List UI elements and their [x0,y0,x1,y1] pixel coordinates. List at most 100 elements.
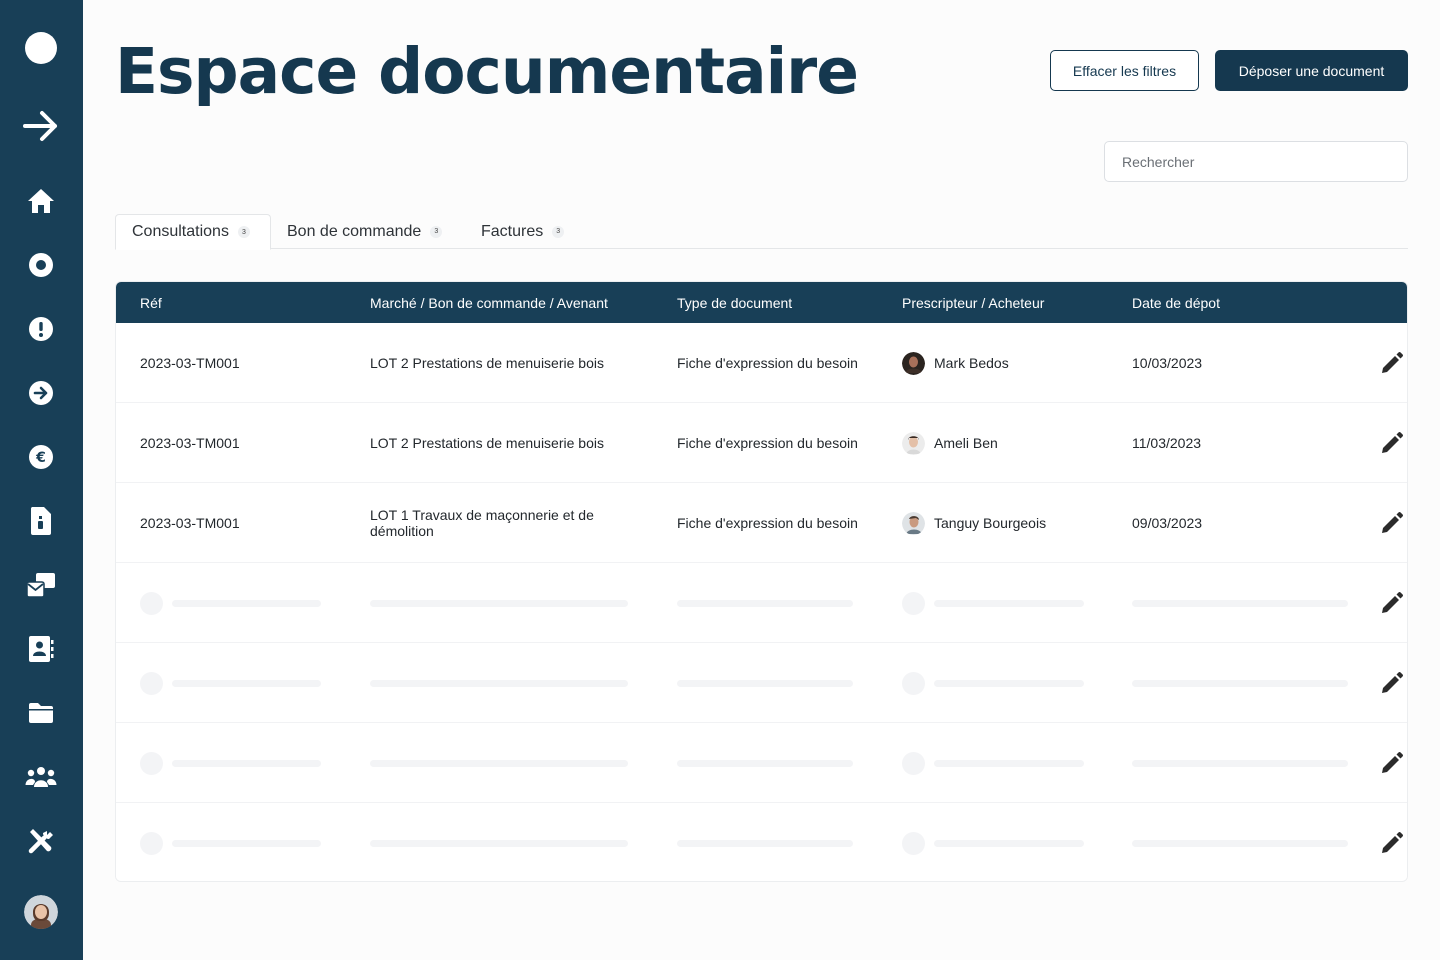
pencil-icon[interactable] [1379,350,1405,376]
tab-label: Bon de commande [287,222,422,240]
tab-count-badge: 3 [237,226,250,238]
table-header: Réf Marché / Bon de commande / Avenant T… [116,282,1407,323]
skeleton-placeholder [902,752,925,775]
person-name: Tanguy Bourgeois [934,515,1047,531]
cell-type: Fiche d'expression du besoin [677,515,858,531]
column-header-ref[interactable]: Réf [140,282,162,323]
skeleton-row [116,563,1407,643]
tools-icon[interactable] [20,820,62,862]
sidebar: € [0,0,83,960]
skeleton-placeholder [1132,600,1348,607]
skeleton-placeholder [140,832,163,855]
address-book-icon[interactable] [20,628,62,670]
pencil-icon[interactable] [1379,590,1405,616]
table-row[interactable]: 2023-03-TM001 LOT 1 Travaux de maçonneri… [116,483,1407,563]
tab-count-badge: 3 [552,225,565,238]
skeleton-placeholder [677,840,853,847]
skeleton-placeholder [902,832,925,855]
skeleton-placeholder [140,592,163,615]
cell-date: 11/03/2023 [1132,435,1202,451]
tab-bon-de-commande[interactable]: Bon de commande 3 [271,214,443,249]
mail-bulk-icon[interactable] [20,564,62,606]
tab-label: Factures [481,222,544,240]
skeleton-placeholder [1132,840,1348,847]
column-header-date[interactable]: Date de dépot [1132,282,1220,323]
upload-document-button[interactable]: Déposer une document [1215,50,1408,91]
folder-icon[interactable] [20,692,62,734]
column-header-prescripteur[interactable]: Prescripteur / Acheteur [902,282,1044,323]
person-avatar [902,431,925,455]
documents-table: Réf Marché / Bon de commande / Avenant T… [115,281,1408,882]
expand-arrow-icon[interactable] [20,105,62,147]
alert-circle-icon[interactable] [20,308,62,350]
cell-ref: 2023-03-TM001 [140,435,240,451]
person-name: Mark Bedos [934,355,1009,371]
pencil-icon[interactable] [1379,750,1405,776]
tabs: Consultations 3 Bon de commande 3 Factur… [115,214,1408,250]
arrow-circle-right-icon[interactable] [20,372,62,414]
cell-prescripteur: Mark Bedos [902,323,1009,403]
page-title: Espace documentaire [115,35,859,108]
pencil-icon[interactable] [1379,830,1405,856]
tab-factures[interactable]: Factures 3 [465,214,565,249]
skeleton-placeholder [140,672,163,695]
cell-date: 10/03/2023 [1132,355,1203,371]
record-circle-icon[interactable] [20,244,62,286]
skeleton-placeholder [172,760,321,767]
skeleton-placeholder [934,680,1084,687]
skeleton-row [116,723,1407,803]
users-group-icon[interactable] [20,756,62,798]
skeleton-placeholder [677,760,853,767]
svg-text:€: € [35,450,46,466]
euro-circle-icon[interactable]: € [20,436,62,478]
cell-marche: LOT 2 Prestations de menuiserie bois [370,435,604,451]
skeleton-placeholder [172,840,321,847]
column-header-marche[interactable]: Marché / Bon de commande / Avenant [370,282,608,323]
main-content: Espace documentaire Effacer les filtres … [83,0,1440,960]
skeleton-row [116,803,1407,881]
skeleton-placeholder [1132,680,1348,687]
logo-circle-icon[interactable] [20,27,62,69]
cell-type: Fiche d'expression du besoin [677,355,858,371]
skeleton-row [116,643,1407,723]
person-avatar [902,511,925,535]
column-header-type[interactable]: Type de document [677,282,792,323]
person-name: Ameli Ben [934,435,998,451]
skeleton-placeholder [140,752,163,775]
skeleton-placeholder [677,680,853,687]
skeleton-placeholder [370,680,628,687]
pencil-icon[interactable] [1379,670,1405,696]
document-icon[interactable] [20,500,62,542]
clear-filters-button[interactable]: Effacer les filtres [1050,50,1199,91]
tab-count-badge: 3 [430,225,443,238]
skeleton-placeholder [172,680,321,687]
skeleton-placeholder [934,600,1084,607]
table-row[interactable]: 2023-03-TM001 LOT 2 Prestations de menui… [116,403,1407,483]
skeleton-placeholder [934,840,1084,847]
skeleton-placeholder [934,760,1084,767]
table-row[interactable]: 2023-03-TM001 LOT 2 Prestations de menui… [116,323,1407,403]
skeleton-placeholder [370,760,628,767]
cell-marche: LOT 2 Prestations de menuiserie bois [370,355,604,371]
search-input[interactable] [1104,141,1408,182]
cell-type: Fiche d'expression du besoin [677,435,858,451]
skeleton-placeholder [902,672,925,695]
cell-ref: 2023-03-TM001 [140,355,240,371]
pencil-icon[interactable] [1379,510,1405,536]
tab-consultations[interactable]: Consultations 3 [115,214,271,250]
cell-prescripteur: Ameli Ben [902,403,998,483]
skeleton-placeholder [677,600,853,607]
skeleton-placeholder [902,592,925,615]
cell-marche: LOT 1 Travaux de maçonnerie et de démoli… [370,507,594,539]
pencil-icon[interactable] [1379,430,1405,456]
cell-prescripteur: Tanguy Bourgeois [902,483,1046,563]
skeleton-placeholder [1132,760,1348,767]
person-avatar [902,351,925,375]
skeleton-placeholder [370,840,628,847]
tab-label: Consultations [132,223,229,240]
cell-date: 09/03/2023 [1132,515,1203,531]
skeleton-placeholder [370,600,628,607]
home-icon[interactable] [20,180,62,222]
cell-ref: 2023-03-TM001 [140,515,240,531]
user-avatar[interactable] [24,895,58,929]
